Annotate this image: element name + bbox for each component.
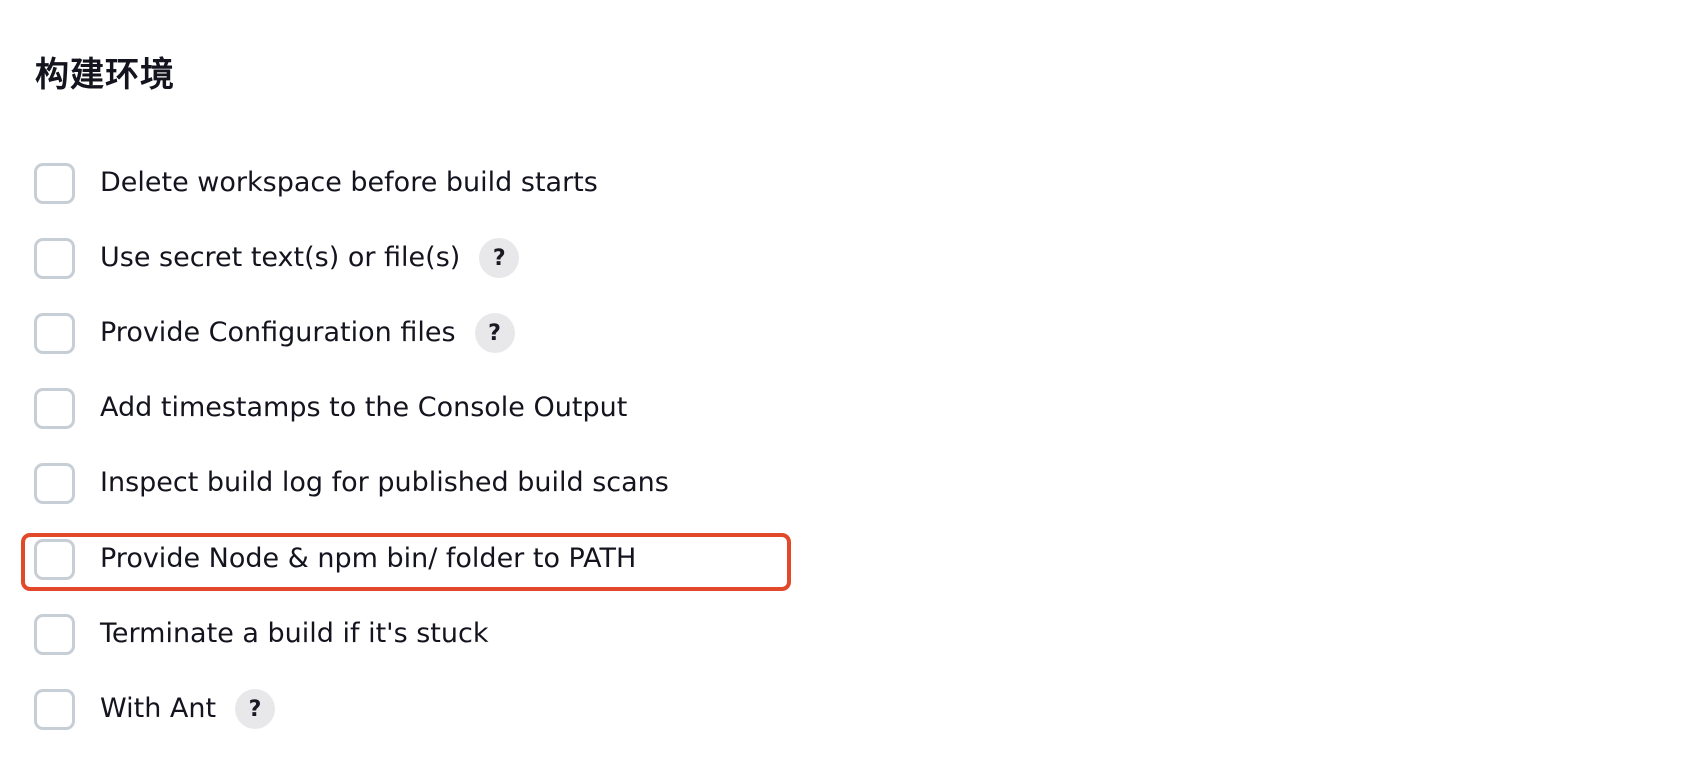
option-provide-node-npm-path[interactable]: Provide Node & npm bin/ folder to PATH (34, 536, 636, 582)
help-icon[interactable]: ? (235, 689, 276, 729)
checkbox[interactable] (34, 538, 75, 580)
option-label: Inspect build log for published build sc… (100, 467, 669, 498)
checkbox[interactable] (34, 613, 75, 655)
checkbox[interactable] (34, 162, 75, 204)
help-icon[interactable]: ? (474, 313, 515, 353)
section-title: 构建环境 (35, 55, 175, 95)
option-delete-workspace[interactable]: Delete workspace before build starts (34, 160, 598, 206)
option-label: Use secret text(s) or file(s) (100, 242, 461, 273)
option-inspect-build-log[interactable]: Inspect build log for published build sc… (34, 460, 669, 506)
option-use-secret-text[interactable]: Use secret text(s) or file(s) ? (34, 235, 520, 281)
option-with-ant[interactable]: With Ant ? (34, 686, 276, 732)
checkbox[interactable] (34, 237, 75, 279)
option-label: Terminate a build if it's stuck (100, 618, 489, 649)
option-label: Provide Node & npm bin/ folder to PATH (100, 543, 637, 574)
checkbox[interactable] (34, 688, 75, 730)
help-icon[interactable]: ? (479, 238, 520, 278)
option-provide-configuration-files[interactable]: Provide Configuration files ? (34, 310, 515, 356)
checkbox[interactable] (34, 387, 75, 429)
option-label: Provide Configuration files (100, 317, 456, 348)
checkbox[interactable] (34, 462, 75, 504)
option-terminate-stuck-build[interactable]: Terminate a build if it's stuck (34, 611, 488, 657)
option-add-timestamps[interactable]: Add timestamps to the Console Output (34, 385, 627, 431)
option-label: Add timestamps to the Console Output (100, 392, 628, 423)
option-label: Delete workspace before build starts (100, 167, 598, 198)
option-label: With Ant (100, 693, 217, 724)
checkbox[interactable] (34, 312, 75, 354)
